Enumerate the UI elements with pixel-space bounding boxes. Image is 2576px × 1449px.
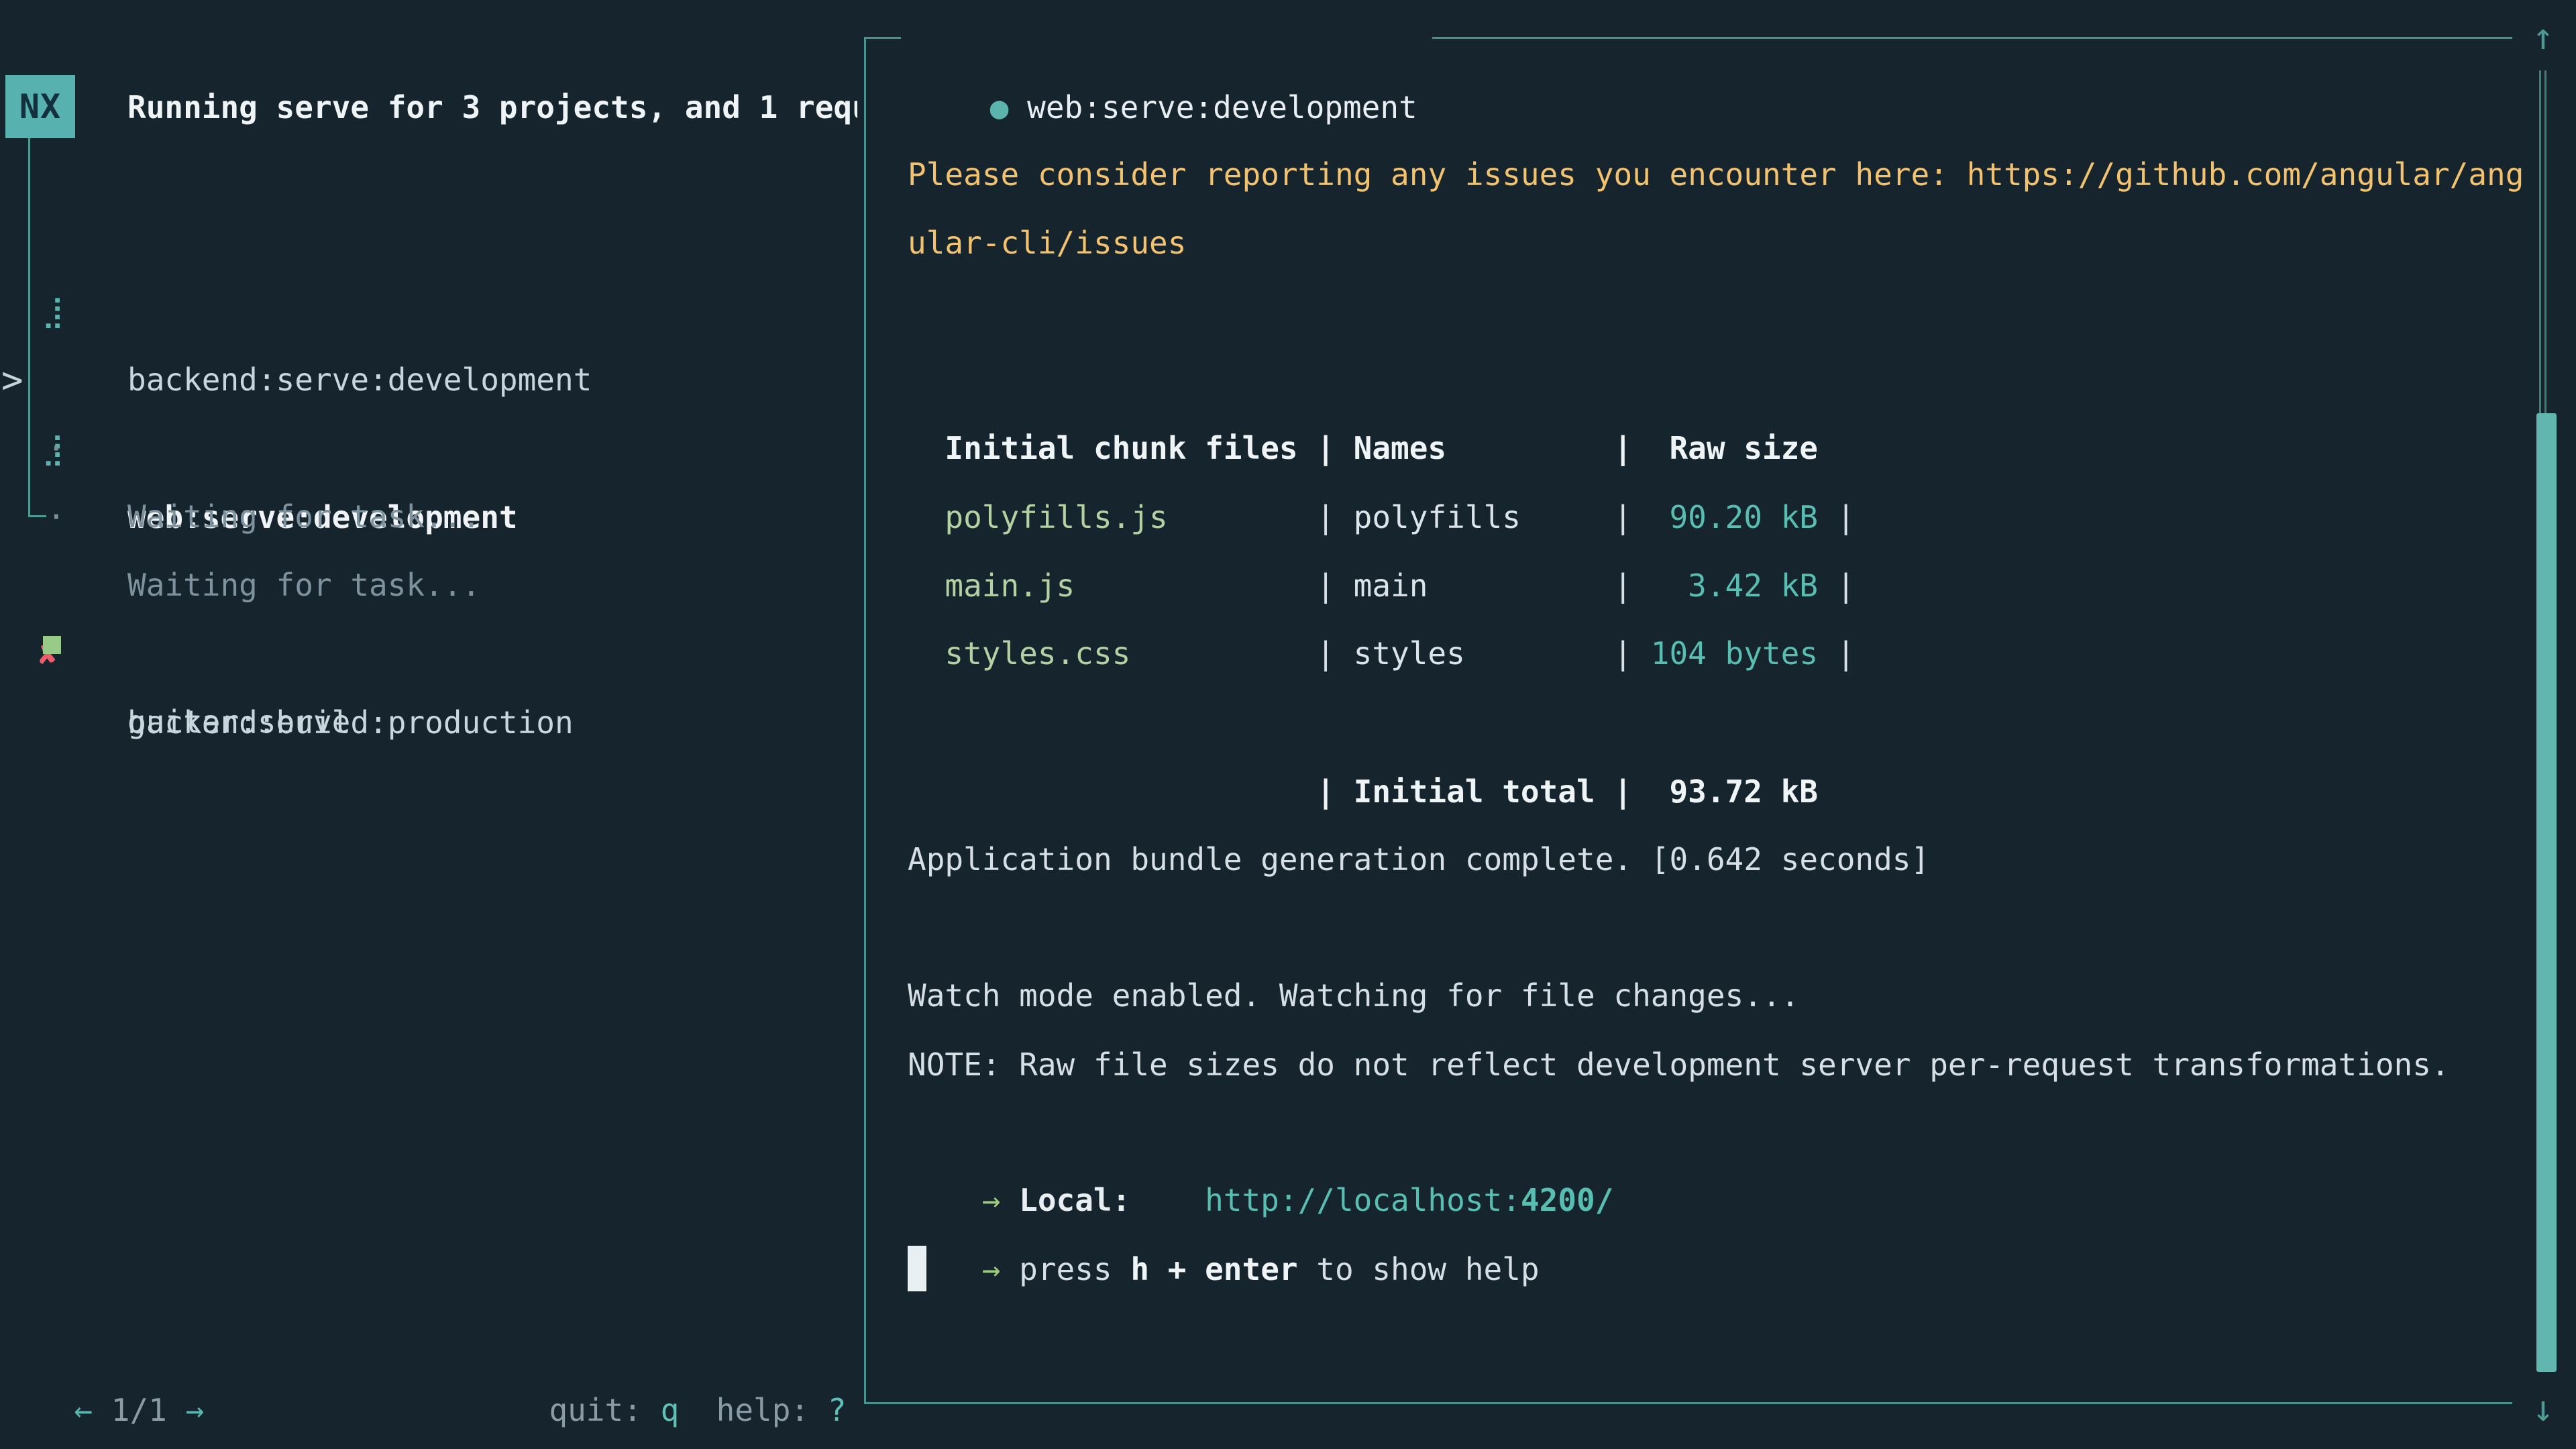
press-prefix: press [1019,1251,1112,1287]
help-key: ? [828,1392,847,1428]
prompt-arrow-icon: → [982,1251,1001,1287]
success-square-icon [43,636,61,654]
terminal-cursor [908,1246,926,1291]
task-row-waiting-1[interactable]: · Waiting for task... [0,345,37,414]
local-server-line: →Local:http://localhost:4200/ [908,1097,1613,1166]
page-title: Running serve for 3 projects, and 1 requ [127,73,857,142]
task-row-guitar-serve[interactable]: ✘ guitar:serve [0,551,37,619]
quit-key: q [661,1392,680,1428]
task-label: backend:build:production [127,688,574,757]
keyboard-hints: quit:qhelp:? [512,1307,847,1376]
quit-label: quit: [549,1392,641,1428]
waiting-dot-icon: · [47,414,87,482]
total-label: Initial total [1354,757,1614,826]
bundle-complete-line: Application bundle generation complete. … [908,825,1929,894]
help-hint-line: →pressh + enterto show help [908,1167,1540,1235]
task-row-backend-serve[interactable]: ⣸ backend:serve:development [0,209,37,277]
running-bullet-icon: ● [990,89,1009,125]
waiting-dot-icon: · [47,482,87,551]
pager: ←1/1→ [37,1307,204,1376]
panel-title: ●web:serve:development [901,5,1432,73]
notice-line-2: ular-cli/issues [908,209,1186,277]
pager-next-icon[interactable]: → [186,1392,205,1428]
watch-mode-line: Watch mode enabled. Watching for file ch… [908,961,1799,1030]
task-label: Waiting for task... [127,482,480,551]
spinner-icon: ⣸ [42,277,82,345]
task-label: Waiting for task... [127,551,480,619]
nx-logo-badge: NX [5,75,75,138]
table-row: main.js| main| 3.42 kB | [908,483,1855,551]
task-row-backend-build[interactable]: backend:build:production [0,620,37,688]
scroll-up-icon[interactable]: ↑ [2520,7,2567,67]
table-total-row: | Initial total| 93.72 kB [908,689,1818,757]
notice-line-1: Please consider reporting any issues you… [908,140,2524,209]
task-row-waiting-2[interactable]: · Waiting for task... [0,414,37,482]
table-row: styles.css| styles| 104 bytes | [908,551,1855,619]
press-suffix: to show help [1316,1251,1539,1287]
note-line: NOTE: Raw file sizes do not reflect deve… [908,1030,2450,1099]
task-label: backend:serve:development [127,345,592,414]
scrollbar-track[interactable] [2539,70,2546,413]
table-row: polyfills.js| polyfills| 90.20 kB | [908,415,1855,483]
scroll-down-icon[interactable]: ↓ [2520,1379,2567,1439]
pager-prev-icon[interactable]: ← [74,1392,93,1428]
chunk-size: 104 bytes [1651,619,1818,688]
press-keys: h + enter [1130,1251,1297,1287]
task-row-web-serve[interactable]: > ⣸ web:serve:development [0,278,37,346]
total-size: 93.72 kB [1651,757,1818,826]
scrollbar-thumb[interactable] [2536,413,2557,1372]
help-label: help: [716,1392,809,1428]
panel-title-text: web:serve:development [1027,89,1417,125]
table-header-row: Initial chunk files| Names| Raw size [908,345,1818,414]
chunk-file: styles.css [945,619,1316,688]
chunk-name: styles [1354,619,1614,688]
nx-terminal-ui: { "app": { "badge": "NX", "title": "Runn… [0,0,2576,1449]
pager-position: 1/1 [111,1392,167,1428]
